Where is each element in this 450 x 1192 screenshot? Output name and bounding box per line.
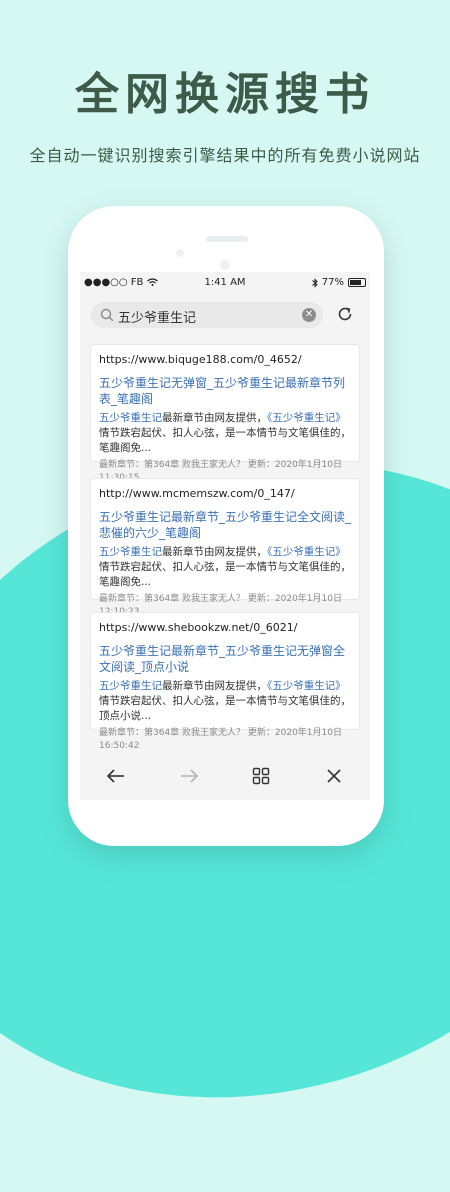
result-url[interactable]: https://www.shebookzw.net/0_6021/	[99, 620, 351, 636]
back-arrow-icon	[107, 769, 125, 783]
search-input[interactable]: 五少爷重生记	[118, 307, 196, 326]
result-desc-highlight: 《五少爷重生记》	[267, 412, 346, 424]
bottom-toolbar	[80, 752, 370, 800]
refresh-icon[interactable]	[336, 305, 354, 323]
result-description: 五少爷重生记最新章节由网友提供，《五少爷重生记》情节跌宕起伏、扣人心弦，是一本情…	[99, 680, 351, 722]
close-button[interactable]	[314, 756, 354, 796]
result-meta: 最新章节：第364章 败我王家无人？ 更新：2020年1月10日 16:50:4…	[99, 728, 342, 751]
battery-percent: 77%	[321, 277, 344, 288]
back-button[interactable]	[96, 756, 136, 796]
forward-arrow-icon	[180, 769, 198, 783]
result-desc-highlight: 五少爷重生记	[99, 680, 162, 692]
app-screen: ●●●○○ FB 1:41 AM 77% 五少爷重生记 ✕ https://ww…	[80, 272, 370, 800]
close-icon	[327, 769, 341, 783]
bluetooth-icon	[311, 277, 318, 288]
result-title[interactable]: 五少爷重生记最新章节_五少爷重生记全文阅读_悲催的六少_笔趣阁	[99, 509, 351, 541]
result-description: 五少爷重生记最新章节由网友提供，《五少爷重生记》情节跌宕起伏、扣人心弦，是一本情…	[99, 412, 351, 454]
search-result[interactable]: https://www.shebookzw.net/0_6021/ 五少爷重生记…	[90, 612, 360, 751]
phone-sensor	[220, 260, 230, 270]
promo-subline: 全自动一键识别搜索引擎结果中的所有免费小说网站	[29, 146, 421, 165]
search-result[interactable]: http://www.mcmemszw.com/0_147/ 五少爷重生记最新章…	[90, 478, 360, 617]
result-url[interactable]: http://www.mcmemszw.com/0_147/	[99, 486, 351, 502]
result-desc-highlight: 五少爷重生记	[99, 412, 162, 424]
status-bar: ●●●○○ FB 1:41 AM 77%	[80, 272, 370, 294]
grid-icon	[253, 767, 270, 785]
result-desc-highlight: 《五少爷重生记》	[267, 546, 346, 558]
search-result[interactable]: https://www.biquge188.com/0_4652/ 五少爷重生记…	[90, 344, 360, 483]
promo-headline: 全网换源搜书	[75, 69, 375, 120]
phone-speaker	[206, 236, 248, 242]
battery-fill	[350, 280, 361, 285]
phone-camera	[176, 249, 184, 257]
clear-icon[interactable]: ✕	[302, 308, 316, 322]
search-icon	[100, 308, 114, 322]
result-url[interactable]: https://www.biquge188.com/0_4652/	[99, 352, 351, 368]
battery-icon	[348, 278, 366, 287]
forward-button[interactable]	[169, 756, 209, 796]
search-bar[interactable]: 五少爷重生记 ✕	[91, 302, 323, 328]
result-description: 五少爷重生记最新章节由网友提供，《五少爷重生记》情节跌宕起伏、扣人心弦，是一本情…	[99, 546, 351, 588]
result-title[interactable]: 五少爷重生记无弹窗_五少爷重生记最新章节列表_笔趣阁	[99, 375, 351, 407]
result-title[interactable]: 五少爷重生记最新章节_五少爷重生记无弹窗全文阅读_顶点小说	[99, 643, 351, 675]
result-desc-highlight: 五少爷重生记	[99, 546, 162, 558]
result-desc-highlight: 《五少爷重生记》	[267, 680, 346, 692]
grid-button[interactable]	[241, 756, 281, 796]
